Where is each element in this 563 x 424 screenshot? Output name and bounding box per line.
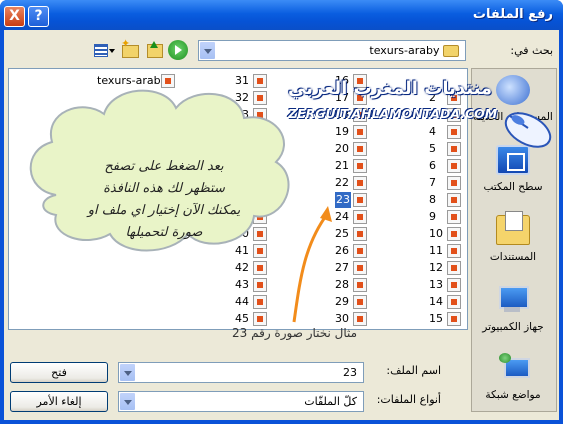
pointer-arrow — [292, 212, 330, 323]
filetype-label: أنواع الملفات: — [376, 393, 441, 406]
file-upload-dialog: رفع الملفات X ? بحث في: texurs-araby الم… — [0, 0, 563, 424]
cancel-button[interactable]: إلغاء الأمر — [10, 391, 108, 412]
filename-input[interactable]: 23 — [118, 362, 364, 383]
tip-bubble-text: بعد الضغط على تصفح ستظهر لك هذه النافذة … — [87, 159, 241, 240]
watermark-site-name: منتديات المغرب العربي — [288, 78, 493, 99]
window-title: رفع الملفات — [472, 7, 553, 22]
dialog-body: بحث في: texurs-araby المستندات الحديثة س… — [4, 30, 559, 420]
example-caption: مثال نختار صورة رقم 23 — [232, 326, 358, 340]
close-button[interactable]: X — [4, 6, 25, 27]
title-bar[interactable]: رفع الملفات X ? — [0, 0, 563, 30]
open-button[interactable]: فتح — [10, 362, 108, 383]
watermark-url: ZERGUIT.AHLAMONTADA.COM — [288, 106, 498, 121]
filetype-dropdown[interactable]: كلّ الملفّات — [118, 391, 364, 412]
mouse-logo-icon — [504, 112, 552, 148]
chevron-down-icon[interactable] — [119, 392, 136, 411]
help-button[interactable]: ? — [28, 6, 49, 27]
filename-label: اسم الملف: — [386, 364, 441, 377]
chevron-down-icon[interactable] — [119, 363, 136, 382]
